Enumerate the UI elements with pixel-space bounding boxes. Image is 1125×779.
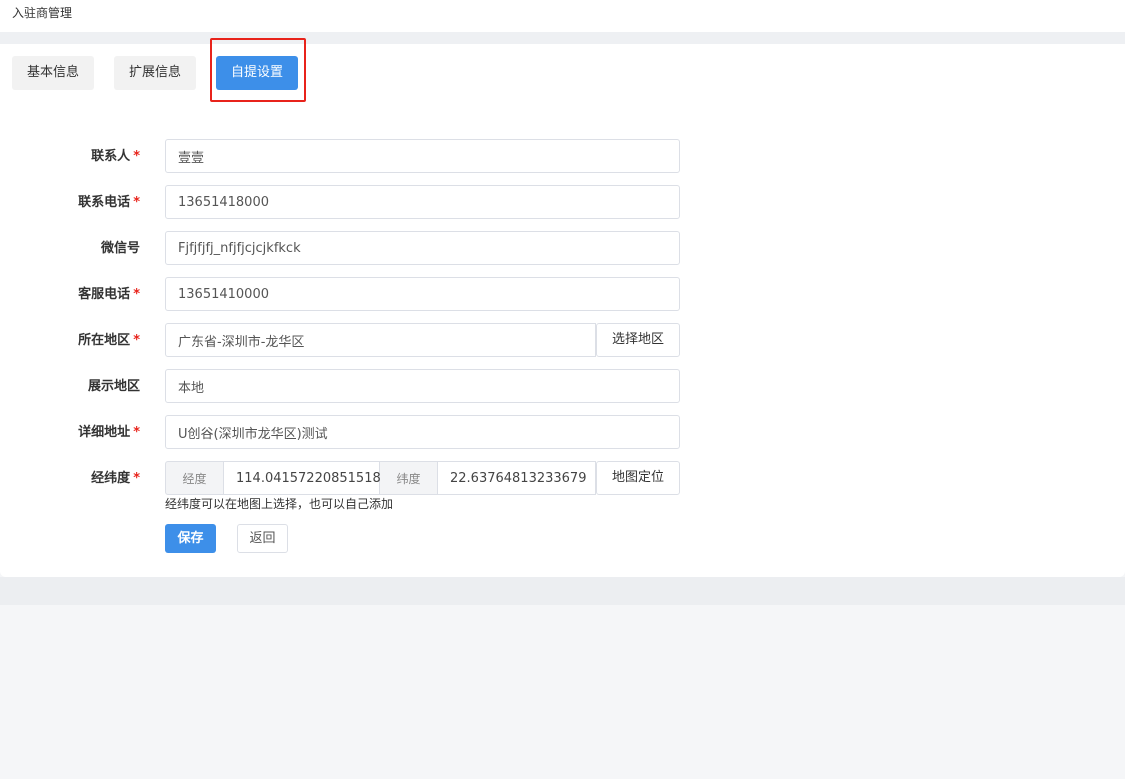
contact-label-text: 联系人 [91, 149, 131, 164]
map-locate-button[interactable]: 地图定位 [596, 461, 680, 495]
required-mark: * [133, 287, 140, 302]
address-field[interactable] [165, 415, 680, 449]
contact-field[interactable] [165, 139, 680, 173]
service-phone-field[interactable] [165, 277, 680, 311]
region-label: 所在地区 * [40, 329, 140, 348]
display-region-input[interactable] [166, 370, 679, 402]
latitude-input[interactable]: 22.63764813233679 [438, 461, 596, 495]
wechat-label: 微信号 [40, 237, 140, 256]
coords-hint: 经纬度可以在地图上选择，也可以自己添加 [165, 497, 394, 511]
display-region-field[interactable] [165, 369, 680, 403]
region-input[interactable] [166, 324, 595, 356]
wechat-field[interactable] [165, 231, 680, 265]
back-button[interactable]: 返回 [237, 524, 288, 553]
longitude-prefix: 经度 [165, 461, 224, 495]
phone-label: 联系电话 * [40, 191, 140, 210]
required-mark: * [133, 471, 140, 486]
wechat-input[interactable] [166, 232, 679, 264]
tab-extended-info[interactable]: 扩展信息 [114, 56, 196, 90]
address-label: 详细地址 * [40, 421, 140, 440]
required-mark: * [133, 195, 140, 210]
tab-label: 扩展信息 [128, 65, 181, 80]
service-phone-input[interactable] [166, 278, 679, 310]
wechat-label-text: 微信号 [100, 241, 140, 256]
coords-label-text: 经纬度 [91, 471, 131, 486]
save-button[interactable]: 保存 [165, 524, 216, 553]
address-label-text: 详细地址 [78, 425, 131, 440]
required-mark: * [133, 333, 140, 348]
map-locate-label: 地图定位 [611, 470, 664, 485]
longitude-input[interactable]: 114.04157220851518 [224, 461, 381, 495]
contact-input[interactable] [166, 140, 679, 172]
divider-band [0, 32, 1125, 44]
service-phone-label: 客服电话 * [40, 283, 140, 302]
coords-label: 经纬度 * [40, 467, 140, 486]
select-region-button[interactable]: 选择地区 [596, 323, 680, 357]
breadcrumb: 入驻商管理 [12, 6, 73, 20]
longitude-value: 114.04157220851518 [236, 471, 381, 486]
region-label-text: 所在地区 [78, 333, 131, 348]
required-mark: * [133, 425, 140, 440]
required-mark: * [133, 149, 140, 164]
address-input[interactable] [166, 416, 679, 448]
highlight-box [210, 38, 306, 102]
select-region-label: 选择地区 [611, 332, 664, 347]
display-region-label-text: 展示地区 [87, 379, 140, 394]
phone-label-text: 联系电话 [78, 195, 131, 210]
phone-input[interactable] [166, 186, 679, 218]
region-field[interactable] [165, 323, 596, 357]
latitude-prefix: 纬度 [380, 461, 438, 495]
footer-band [0, 577, 1125, 605]
latitude-value: 22.63764813233679 [450, 471, 587, 486]
display-region-label: 展示地区 [40, 375, 140, 394]
back-label: 返回 [249, 531, 276, 546]
longitude-prefix-text: 经度 [182, 472, 207, 486]
page-header: 入驻商管理 [0, 0, 1125, 32]
tab-label: 基本信息 [26, 65, 79, 80]
tab-basic-info[interactable]: 基本信息 [12, 56, 94, 90]
latitude-prefix-text: 纬度 [396, 472, 421, 486]
form-panel: 基本信息 扩展信息 自提设置 联系人* 联系电话* 微信号 客服电话* 所在地区… [0, 38, 1125, 577]
contact-label: 联系人 * [40, 145, 140, 164]
service-phone-label-text: 客服电话 [78, 287, 131, 302]
save-label: 保存 [177, 531, 204, 546]
phone-field[interactable] [165, 185, 680, 219]
